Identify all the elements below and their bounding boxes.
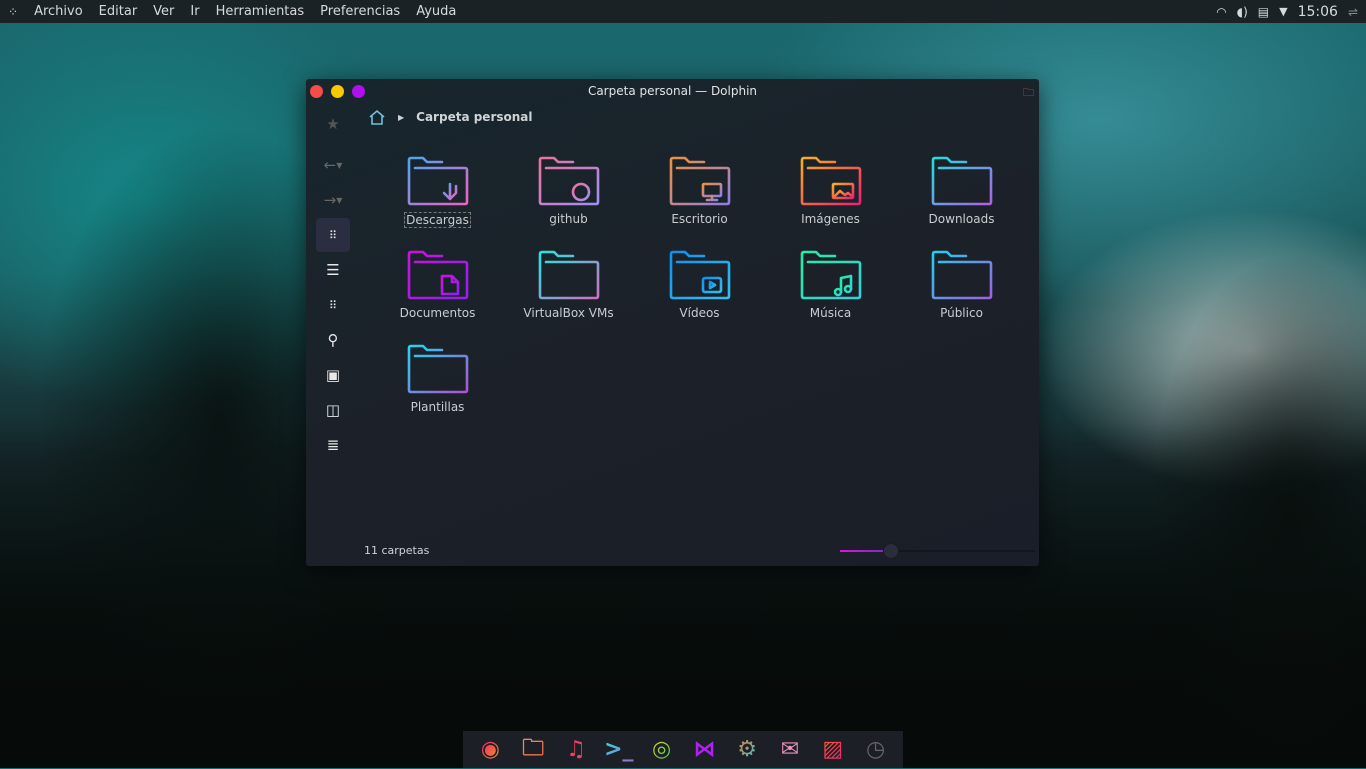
folder-icon	[800, 250, 861, 300]
preview-icon[interactable]: ▣	[316, 358, 350, 392]
folder-icon	[407, 250, 468, 300]
search-icon[interactable]: ⚲	[316, 323, 350, 357]
menu-editar[interactable]: Editar	[91, 4, 146, 19]
folder-item[interactable]: Documentos	[372, 248, 503, 342]
status-text: 11 carpetas	[364, 544, 430, 557]
folder-label: Descargas	[404, 212, 471, 228]
folder-icon	[407, 344, 468, 394]
folder-label: Escritorio	[671, 212, 728, 226]
star-icon[interactable]: ★	[316, 107, 350, 141]
folder-icon	[538, 250, 599, 300]
clipboard-icon[interactable]: ▤	[1258, 5, 1269, 19]
files-icon[interactable]: 🗀	[518, 735, 548, 765]
folder-item[interactable]: Descargas	[372, 154, 503, 248]
folder-item[interactable]: VirtualBox VMs	[503, 248, 634, 342]
folder-item[interactable]: Downloads	[896, 154, 1027, 248]
folder-icon: 🗀	[1023, 86, 1034, 99]
folder-label: Documentos	[399, 306, 476, 320]
folder-item[interactable]: Plantillas	[372, 342, 503, 436]
breadcrumb: ▶ Carpeta personal	[368, 109, 533, 125]
zoom-slider[interactable]	[840, 543, 1035, 559]
folder-item[interactable]: Escritorio	[634, 154, 765, 248]
folder-label: Plantillas	[410, 400, 465, 414]
firefox-icon[interactable]: ◉	[475, 735, 505, 765]
vscode-icon[interactable]: ⋈	[689, 735, 719, 765]
split-view-icon[interactable]: ◫	[316, 393, 350, 427]
back-button[interactable]: ← ▼	[316, 148, 350, 182]
details-view-button[interactable]: ☰	[316, 253, 350, 287]
menu-archivo[interactable]: Archivo	[26, 4, 91, 19]
folder-item[interactable]: github	[503, 154, 634, 248]
folder-label: VirtualBox VMs	[523, 306, 614, 320]
top-menubar: ⁘ Archivo Editar Ver Ir Herramientas Pre…	[0, 0, 1366, 23]
volume-icon[interactable]: ◖)	[1237, 5, 1248, 19]
app-launcher-icon[interactable]: ⁘	[0, 5, 26, 19]
dock: ◉ 🗀 ♫ >_ ◎ ⋈ ⚙ ✉ ▨ ◷	[463, 731, 903, 768]
clock[interactable]: 15:06	[1298, 4, 1338, 20]
tray-expand-icon[interactable]: ▼	[1279, 5, 1287, 18]
forward-button[interactable]: → ▼	[316, 183, 350, 217]
menu-ayuda[interactable]: Ayuda	[408, 4, 464, 19]
folder-label: Downloads	[928, 212, 995, 226]
zoom-slider-handle[interactable]	[882, 543, 899, 559]
menu-icon[interactable]: ≣	[316, 428, 350, 462]
image-viewer-icon[interactable]: ▨	[818, 735, 848, 765]
compact-view-button[interactable]: ⠿	[316, 288, 350, 322]
folder-icon	[669, 250, 730, 300]
folder-label: Imágenes	[801, 212, 860, 226]
sidebar-toolbar: ★ ← ▼ → ▼ ⠿ ☰ ⠿ ⚲ ▣ ◫ ≣	[316, 107, 352, 463]
icons-view-button[interactable]: ⠿	[316, 218, 350, 252]
wifi-icon[interactable]: ◠	[1216, 5, 1226, 19]
breadcrumb-separator-icon: ▶	[398, 112, 405, 122]
clock-icon[interactable]: ◷	[861, 735, 891, 765]
home-icon[interactable]	[368, 109, 386, 125]
mail-icon[interactable]: ✉	[775, 735, 805, 765]
menu-ver[interactable]: Ver	[145, 4, 182, 19]
folder-icon	[800, 156, 861, 206]
folder-label: github	[549, 212, 588, 226]
folder-icon	[931, 250, 992, 300]
folder-item[interactable]: Música	[765, 248, 896, 342]
dolphin-window: Carpeta personal — Dolphin 🗀 ★ ← ▼ → ▼ ⠿…	[306, 79, 1039, 566]
folder-grid: Descargas github Escritorio Imágenes Downloa…	[372, 154, 1027, 436]
folder-item[interactable]: Público	[896, 248, 1027, 342]
music-icon[interactable]: ♫	[561, 735, 591, 765]
folder-item[interactable]: Vídeos	[634, 248, 765, 342]
chrome-icon[interactable]: ◎	[647, 735, 677, 765]
window-title: Carpeta personal — Dolphin	[587, 84, 758, 98]
folder-item[interactable]: Imágenes	[765, 154, 896, 248]
folder-icon	[931, 156, 992, 206]
folder-icon	[538, 156, 599, 206]
menu-preferencias[interactable]: Preferencias	[312, 4, 408, 19]
menu-herramientas[interactable]: Herramientas	[208, 4, 313, 19]
folder-label: Vídeos	[679, 306, 720, 320]
settings-sliders-icon[interactable]: ⇌	[1348, 5, 1358, 19]
folder-label: Público	[940, 306, 983, 320]
terminal-icon[interactable]: >_	[604, 735, 634, 765]
folder-icon	[669, 156, 730, 206]
settings-icon[interactable]: ⚙	[732, 735, 762, 765]
folder-icon	[407, 156, 468, 206]
folder-label: Música	[809, 306, 852, 320]
breadcrumb-current[interactable]: Carpeta personal	[416, 110, 532, 124]
menu-ir[interactable]: Ir	[182, 4, 207, 19]
